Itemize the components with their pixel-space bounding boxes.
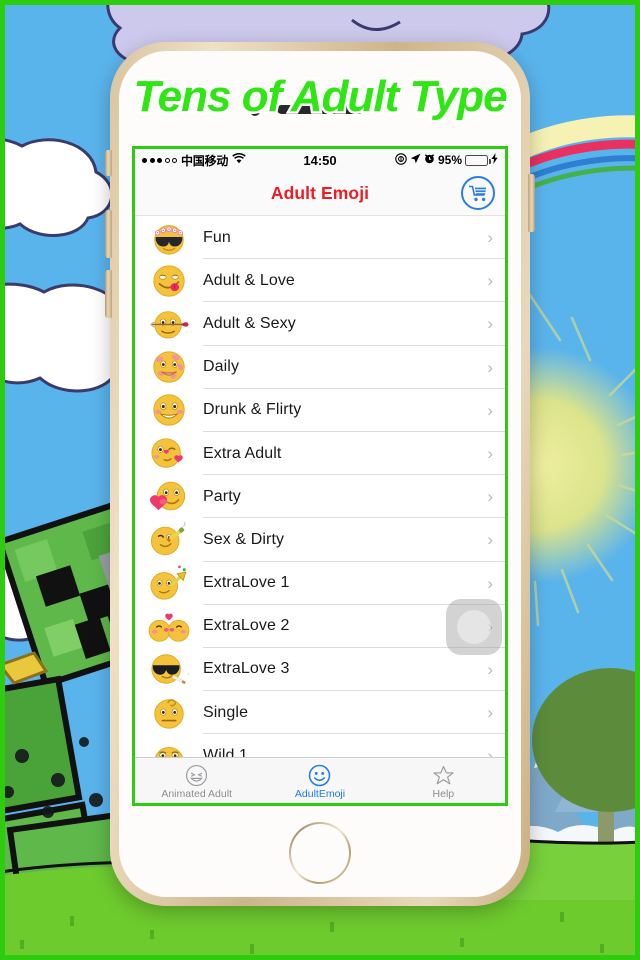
chevron-right-icon: › [487, 314, 493, 334]
assistive-touch-button[interactable] [446, 599, 502, 655]
big-heart-tongue-face-icon [143, 477, 195, 517]
list-item[interactable]: Wild 1 › [135, 734, 505, 757]
tab-animated-adult[interactable]: Animated Adult [135, 758, 258, 803]
tab-adult-emoji[interactable]: AdultEmoji [258, 758, 381, 803]
battery-icon [465, 154, 491, 166]
half-hidden-eyes-face-icon [143, 736, 195, 757]
list-item-label: Party [203, 487, 241, 505]
chevron-right-icon: › [487, 487, 493, 507]
list-item-label: Single [203, 703, 249, 721]
list-item[interactable]: Daily › [135, 346, 505, 389]
tab-label: Animated Adult [161, 788, 232, 800]
silent-switch[interactable] [105, 150, 112, 176]
volume-up-button[interactable] [105, 210, 112, 258]
tab-label: Help [432, 788, 455, 800]
navigation-bar: Adult Emoji [135, 171, 505, 216]
iphone-device: 中国移动 14:50 95% Adult Emoji Fun › Adult &… [105, 42, 535, 906]
list-item[interactable]: ExtraLove 1 › [135, 562, 505, 605]
list-item-label: Daily [203, 358, 240, 376]
tab-bar[interactable]: Animated Adult AdultEmoji Help [135, 757, 505, 803]
phone-screen: 中国移动 14:50 95% Adult Emoji Fun › Adult &… [132, 146, 508, 806]
page-title: Adult Emoji [270, 182, 370, 203]
thinking-curl-face-icon [143, 693, 195, 733]
volume-down-button[interactable] [105, 270, 112, 318]
list-item-label: ExtraLove 1 [203, 574, 290, 592]
promo-headline: Tens of Adult Type [131, 70, 510, 124]
tab-label: AdultEmoji [294, 788, 346, 800]
winking-blowing-kisses-face-icon [143, 434, 195, 474]
chevron-right-icon: › [487, 746, 493, 757]
home-button[interactable] [289, 822, 351, 884]
charging-bolt-icon [491, 153, 498, 167]
smiley-face-icon [308, 763, 331, 787]
blushing-open-smile-face-icon [143, 390, 195, 430]
list-item[interactable]: Sex & Dirty › [135, 518, 505, 562]
list-item[interactable]: Fun › [135, 216, 505, 260]
sunglasses-cigarette-face-icon [143, 649, 195, 689]
power-button[interactable] [528, 174, 535, 232]
list-item-label: Extra Adult [203, 444, 282, 462]
list-item[interactable]: ExtraLove 3 › [135, 648, 505, 692]
status-bar-clock: 14:50 [303, 152, 337, 168]
star-outline-icon [432, 763, 455, 787]
list-item-label: Adult & Sexy [203, 314, 296, 332]
shopping-cart-button[interactable] [461, 176, 495, 210]
kiss-marks-face-icon [143, 347, 195, 387]
emoji-category-list[interactable]: Fun › Adult & Love › Adult & Sexy › Dail… [135, 216, 505, 757]
status-bar-left: 中国移动 [142, 152, 303, 169]
signal-strength-icon [142, 157, 177, 163]
chevron-right-icon: › [487, 530, 493, 550]
list-item[interactable]: Extra Adult › [135, 432, 505, 476]
party-horn-face-icon [143, 563, 195, 603]
battery-percent-label: 95% [437, 153, 462, 167]
assistive-touch-inner-circle [457, 610, 491, 644]
list-item-label: Adult & Love [203, 271, 295, 289]
list-item[interactable]: Single › [135, 691, 505, 735]
list-item[interactable]: Party › [135, 475, 505, 519]
wifi-icon [232, 152, 247, 167]
chevron-right-icon: › [487, 444, 493, 464]
list-item-label: Sex & Dirty [203, 530, 285, 548]
list-item-label: Fun [203, 228, 231, 246]
list-item-label: ExtraLove 3 [203, 660, 290, 678]
carrier-label: 中国移动 [181, 153, 229, 168]
arrow-through-head-face-icon [143, 304, 195, 344]
sunglasses-flower-crown-face-icon [143, 218, 195, 258]
list-item-label: Wild 1 [203, 746, 249, 757]
status-bar-right: 95% [337, 152, 498, 168]
chevron-right-icon: › [487, 400, 493, 420]
tab-help[interactable]: Help [382, 758, 505, 803]
list-item[interactable]: Adult & Love › [135, 259, 505, 303]
list-item[interactable]: Adult & Sexy › [135, 302, 505, 346]
tongue-out-face-icon [143, 261, 195, 301]
winking-grin-face-icon [185, 763, 208, 787]
cigar-smoking-face-icon [143, 520, 195, 560]
chevron-right-icon: › [487, 573, 493, 593]
list-item-label: ExtraLove 2 [203, 617, 290, 635]
status-bar: 中国移动 14:50 95% [135, 149, 505, 171]
chevron-right-icon: › [487, 659, 493, 679]
chevron-right-icon: › [487, 357, 493, 377]
location-arrow-icon [410, 153, 421, 167]
alarm-clock-icon [424, 153, 435, 167]
chevron-right-icon: › [487, 228, 493, 248]
two-faces-kissing-icon [143, 606, 195, 646]
list-item-label: Drunk & Flirty [203, 401, 302, 419]
chevron-right-icon: › [487, 703, 493, 723]
chevron-right-icon: › [487, 271, 493, 291]
do-not-disturb-icon [395, 152, 407, 168]
list-item[interactable]: Drunk & Flirty › [135, 389, 505, 433]
